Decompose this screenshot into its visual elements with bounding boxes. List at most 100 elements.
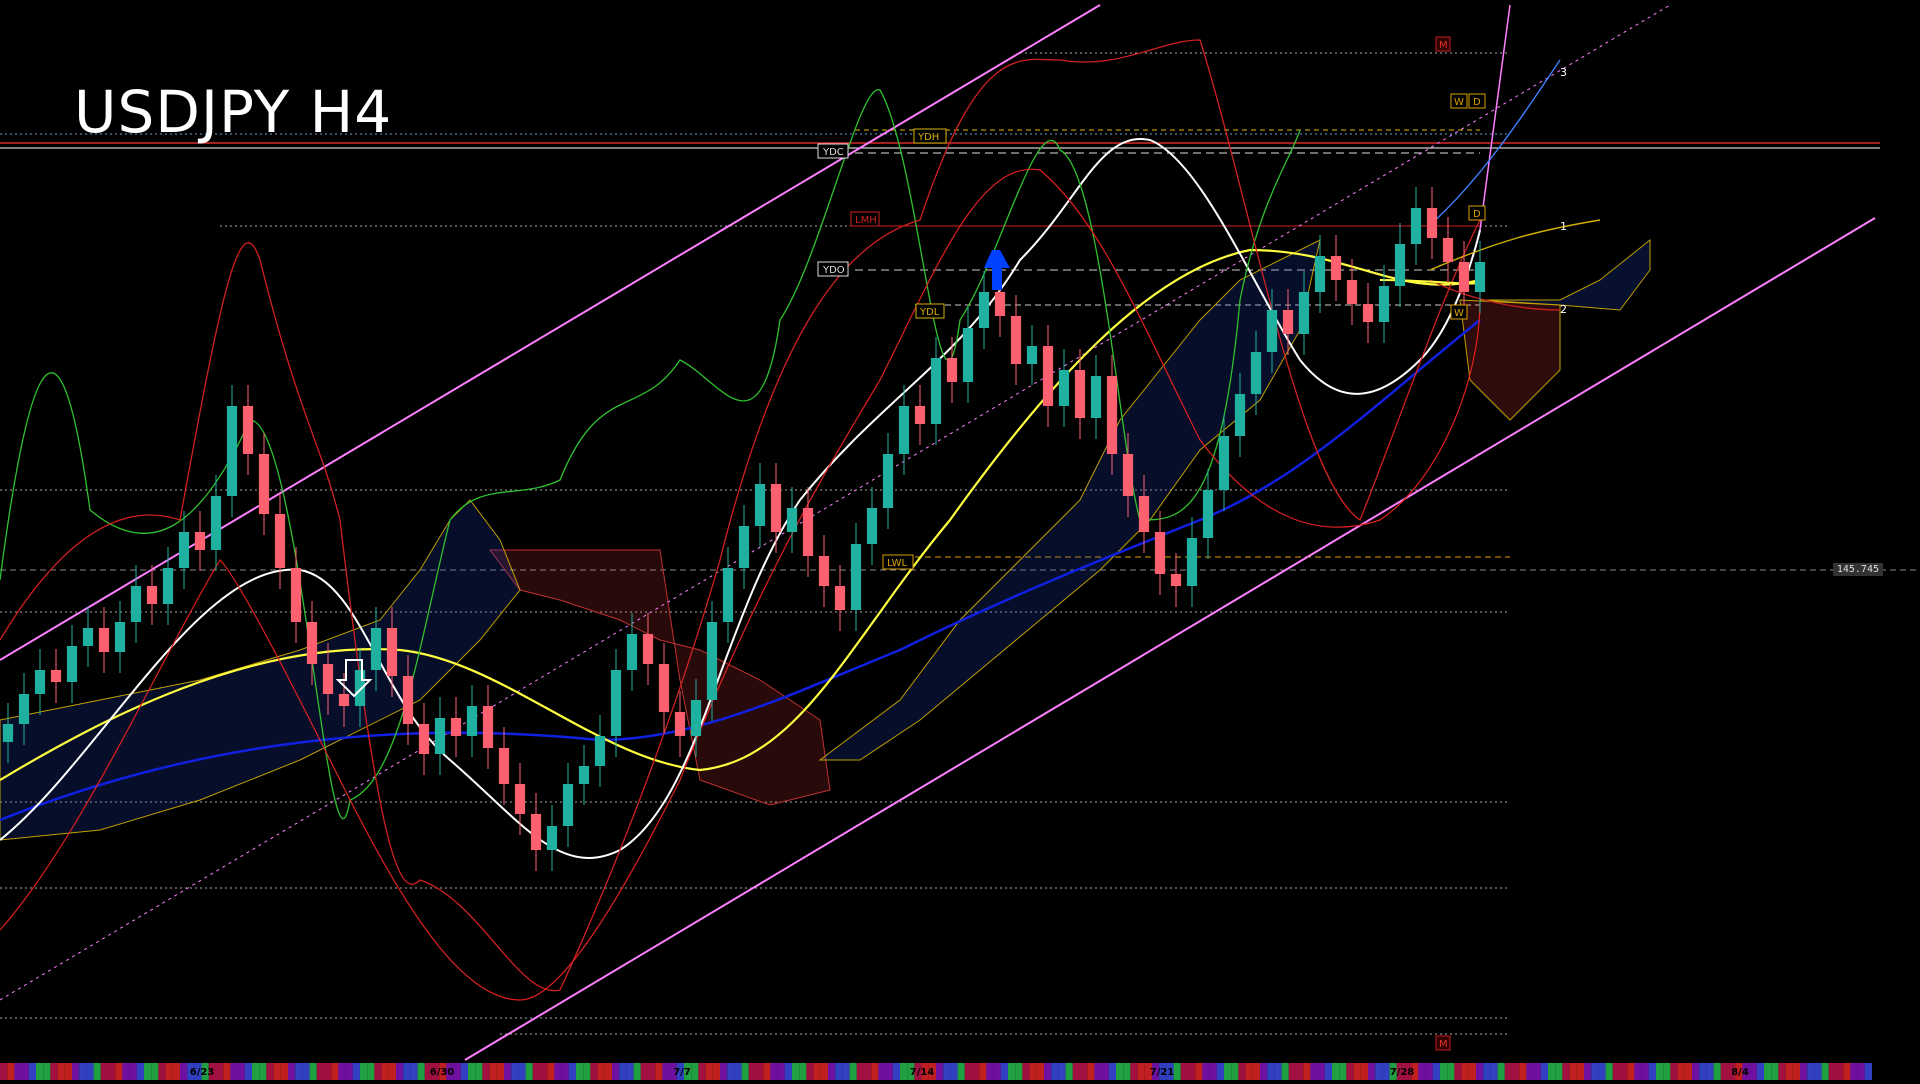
candle-body — [546, 826, 558, 850]
candle-body — [1026, 346, 1038, 364]
candle-body — [130, 586, 142, 622]
strip-segment — [115, 1063, 123, 1080]
strip-segment — [266, 1063, 274, 1080]
strip-segment — [237, 1063, 245, 1080]
candle-body — [18, 694, 30, 724]
strip-segment — [144, 1063, 152, 1080]
strip-segment — [770, 1063, 778, 1080]
strip-segment — [417, 1063, 425, 1080]
strip-segment — [324, 1063, 332, 1080]
candle-body — [1298, 292, 1310, 334]
candle-body — [754, 484, 766, 526]
strip-segment — [1555, 1063, 1563, 1080]
strip-segment — [136, 1063, 144, 1080]
strip-segment — [1008, 1063, 1016, 1080]
candle-body — [1442, 238, 1454, 262]
strip-segment — [7, 1063, 15, 1080]
strip-segment — [1771, 1063, 1779, 1080]
strip-segment — [410, 1063, 418, 1080]
strip-segment — [799, 1063, 807, 1080]
strip-segment — [1612, 1063, 1620, 1080]
strip-segment — [1180, 1063, 1188, 1080]
strip-segment — [252, 1063, 260, 1080]
candle-body — [226, 406, 238, 496]
strip-segment — [648, 1063, 656, 1080]
strip-segment — [1461, 1063, 1469, 1080]
strip-segment — [273, 1063, 281, 1080]
strip-segment — [756, 1063, 764, 1080]
label-lwl: LWL — [887, 558, 908, 569]
strip-segment — [50, 1063, 58, 1080]
candle-body — [1138, 496, 1150, 532]
strip-segment — [36, 1063, 44, 1080]
strip-segment — [532, 1063, 540, 1080]
strip-segment — [1000, 1063, 1008, 1080]
strip-segment — [280, 1063, 288, 1080]
strip-segment — [1497, 1063, 1505, 1080]
candle-body — [1282, 310, 1294, 334]
strip-segment — [1476, 1063, 1484, 1080]
strip-segment — [468, 1063, 476, 1080]
strip-segment — [1764, 1063, 1772, 1080]
strip-segment — [885, 1063, 893, 1080]
strip-segment — [518, 1063, 526, 1080]
strip-segment — [1440, 1063, 1448, 1080]
chart-area: YDC YDO YDH YDL LMH LWL W D D W M M 3 1 … — [0, 0, 1920, 1080]
strip-segment — [72, 1063, 80, 1080]
strip-segment — [1267, 1063, 1275, 1080]
strip-segment — [302, 1063, 310, 1080]
strip-segment — [871, 1063, 879, 1080]
strip-segment — [698, 1063, 706, 1080]
strip-segment — [460, 1063, 468, 1080]
strip-segment — [1828, 1063, 1836, 1080]
strip-segment — [1209, 1063, 1217, 1080]
candle-body — [1090, 376, 1102, 418]
candle-body — [82, 628, 94, 646]
strip-segment — [1231, 1063, 1239, 1080]
strip-segment — [1490, 1063, 1498, 1080]
strip-segment — [1375, 1063, 1383, 1080]
strip-segment — [964, 1063, 972, 1080]
strip-segment — [367, 1063, 375, 1080]
candle-body — [1010, 316, 1022, 364]
candle-body — [2, 724, 14, 742]
strip-segment — [172, 1063, 180, 1080]
candle-body — [242, 406, 254, 454]
strip-segment — [1533, 1063, 1541, 1080]
strip-segment — [705, 1063, 713, 1080]
strip-segment — [1850, 1063, 1858, 1080]
strip-segment — [892, 1063, 900, 1080]
strip-segment — [1584, 1063, 1592, 1080]
strip-segment — [1101, 1063, 1109, 1080]
strip-segment — [626, 1063, 634, 1080]
candle-body — [770, 484, 782, 532]
strip-segment — [244, 1063, 252, 1080]
strip-segment — [129, 1063, 137, 1080]
strip-segment — [727, 1063, 735, 1080]
strip-segment — [1864, 1063, 1872, 1080]
strip-segment — [1562, 1063, 1570, 1080]
strip-segment — [1857, 1063, 1865, 1080]
candle-body — [530, 814, 542, 850]
candle-body — [482, 706, 494, 748]
strip-segment — [57, 1063, 65, 1080]
strip-segment — [1670, 1063, 1678, 1080]
strip-segment — [1692, 1063, 1700, 1080]
candle-body — [306, 622, 318, 664]
candle-body — [882, 454, 894, 508]
strip-segment — [828, 1063, 836, 1080]
candle-body — [1378, 286, 1390, 322]
strip-segment — [590, 1063, 598, 1080]
strip-segment — [1281, 1063, 1289, 1080]
label-ydo: YDO — [822, 265, 845, 276]
strip-segment — [820, 1063, 828, 1080]
level-labels: YDC YDO YDH YDL LMH LWL W D D W M M — [817, 36, 1486, 1051]
strip-segment — [525, 1063, 533, 1080]
strip-segment — [1353, 1063, 1361, 1080]
candle-body — [66, 646, 78, 682]
candle-body — [370, 628, 382, 670]
strip-segment — [1346, 1063, 1354, 1080]
strip-segment — [720, 1063, 728, 1080]
projection-label-1: 1 — [1560, 220, 1567, 233]
candle-body — [194, 532, 206, 550]
